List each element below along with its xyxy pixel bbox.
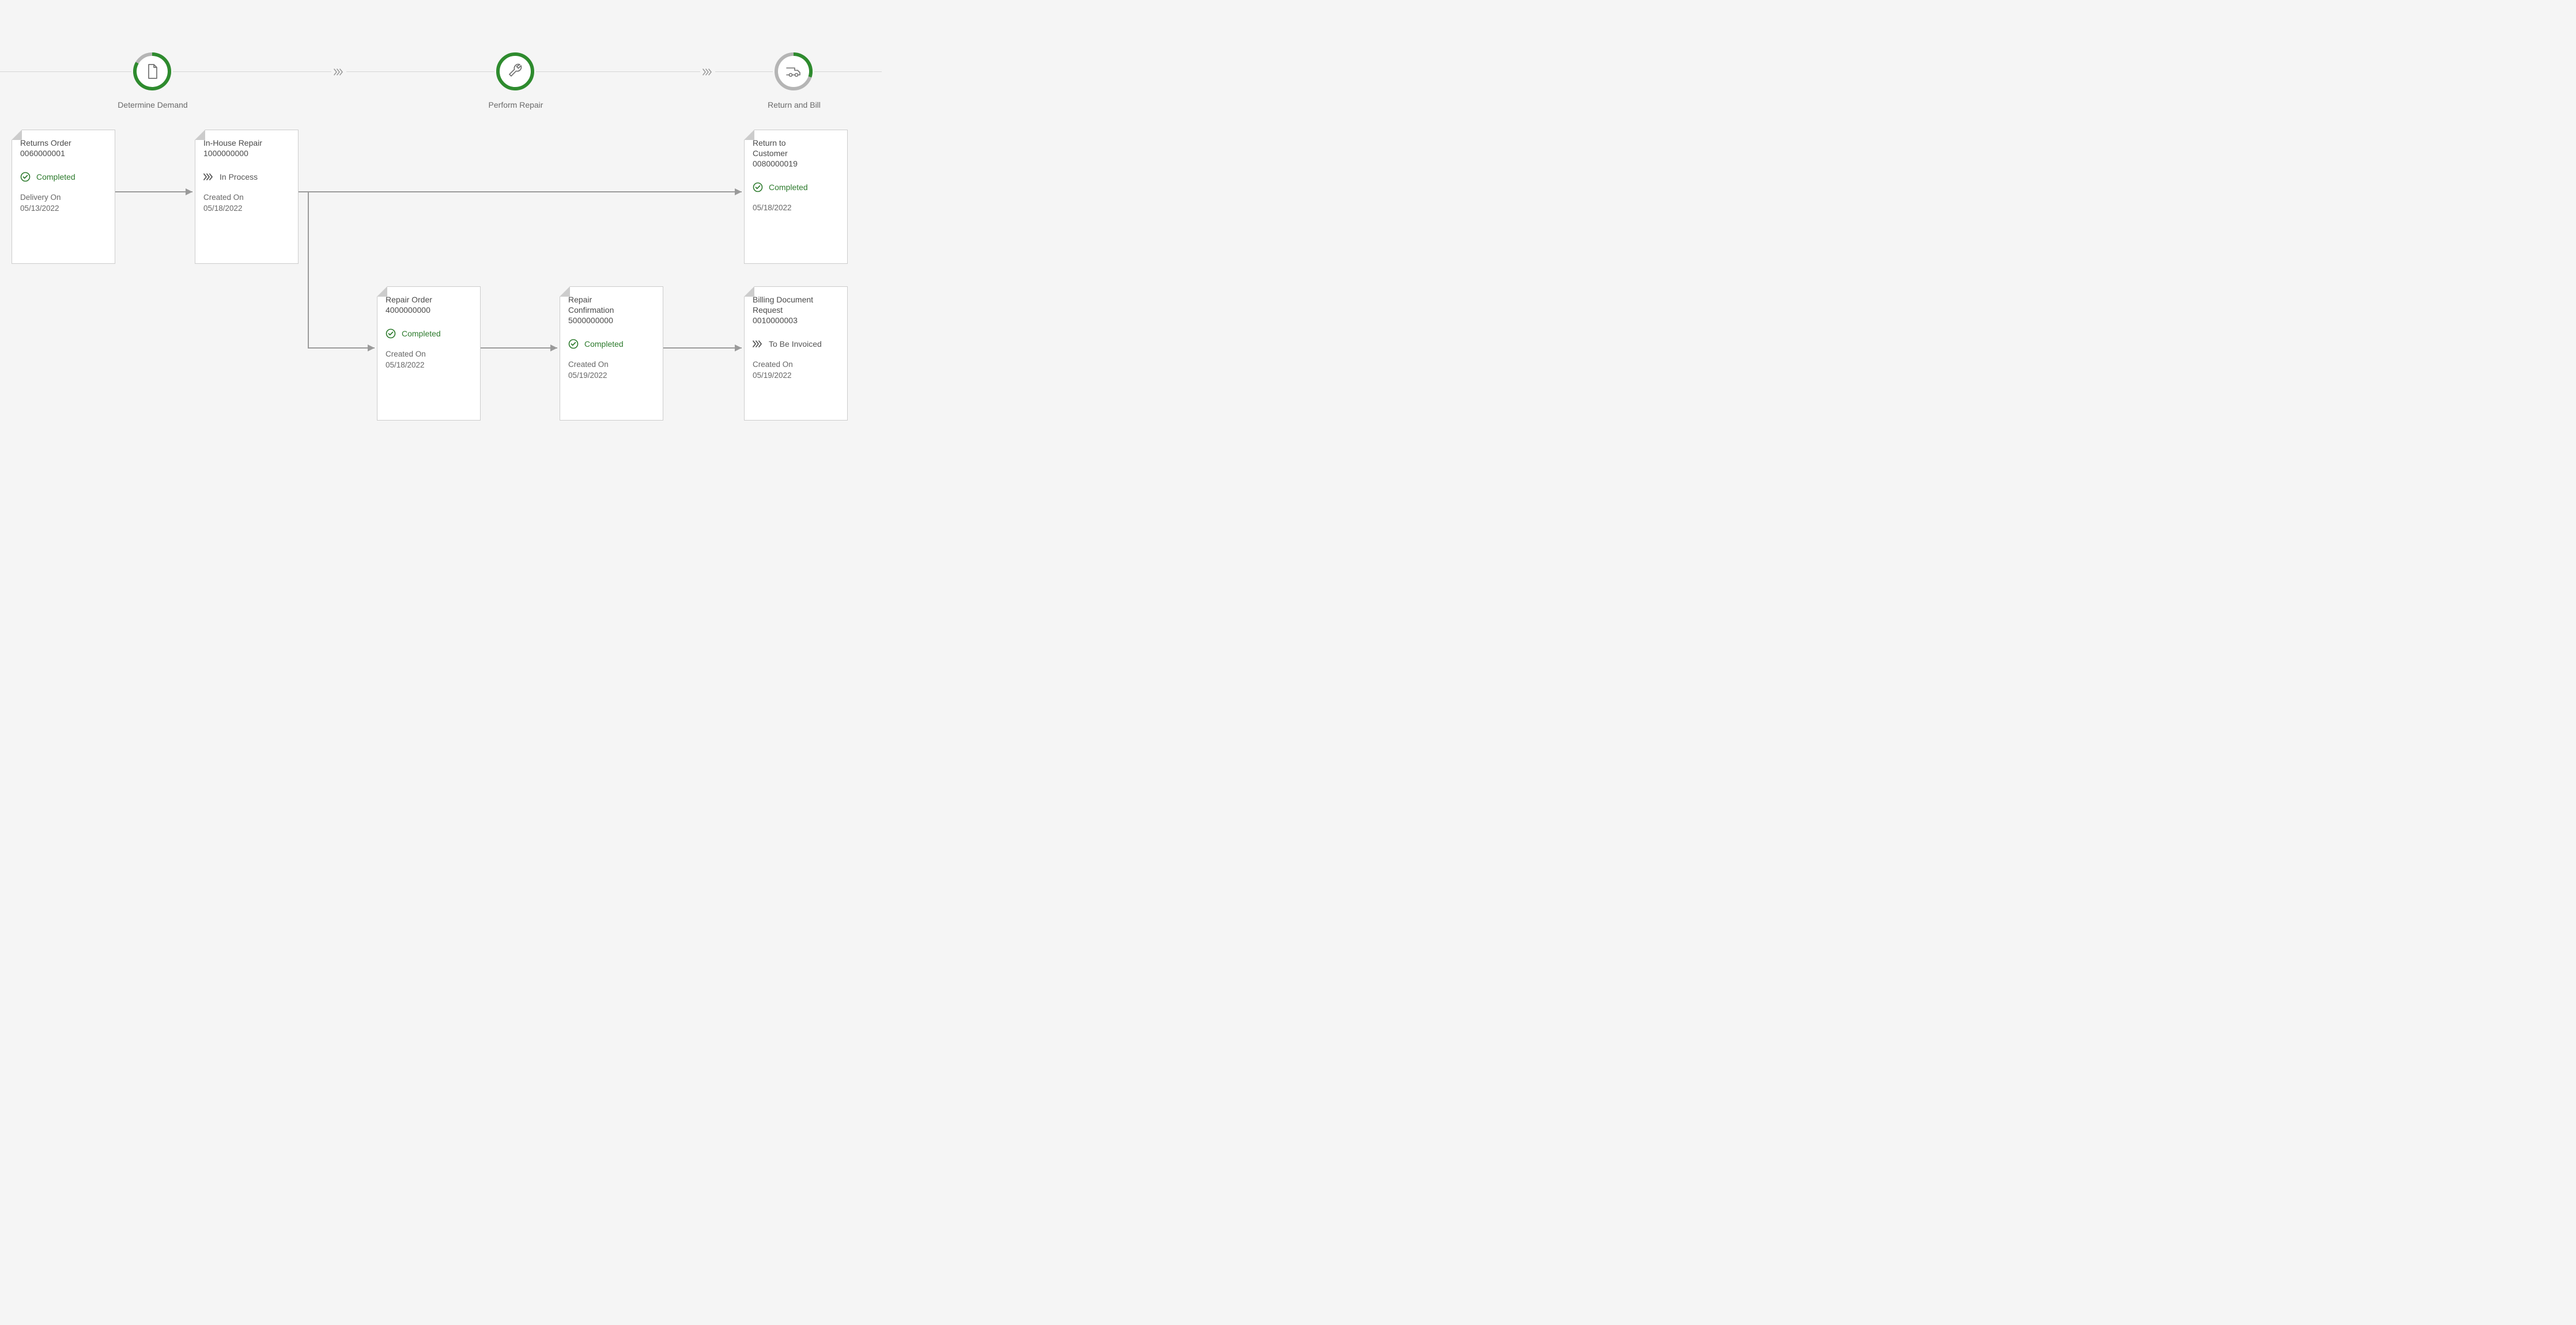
card-document-id: 0010000003 (753, 316, 839, 325)
card-document-id: 0060000001 (20, 149, 107, 158)
card-date-label: Created On (753, 359, 839, 370)
card-status: In Process (203, 172, 290, 182)
card-document-id: 4000000000 (386, 305, 472, 315)
card-document-id: 1000000000 (203, 149, 290, 158)
card-title: Return to (753, 138, 839, 147)
card-title-2: Request (753, 305, 839, 315)
document-icon (131, 51, 173, 92)
phase-node-determine-demand[interactable] (131, 51, 173, 92)
card-date-value: 05/18/2022 (386, 360, 472, 371)
phase-node-return-bill[interactable] (773, 51, 814, 92)
card-title: Returns Order (20, 138, 107, 147)
phase-chevron-icon (331, 68, 346, 76)
card-status: Completed (20, 172, 107, 182)
phase-label-determine-demand: Determine Demand (95, 100, 210, 109)
chevrons-right-icon (203, 172, 214, 182)
status-text: Completed (579, 339, 624, 349)
card-date-value: 05/13/2022 (20, 203, 107, 214)
status-text: Completed (31, 172, 75, 181)
card-status: Completed (568, 339, 655, 349)
card-date-value: 05/18/2022 (203, 203, 290, 214)
status-text: Completed (396, 329, 441, 338)
card-title: Repair Order (386, 295, 472, 304)
check-circle-icon (20, 172, 31, 182)
card-in-house-repair[interactable]: In-House Repair 1000000000 In Process Cr… (195, 130, 299, 264)
status-text: Completed (763, 183, 808, 192)
card-title: Billing Document (753, 295, 839, 304)
card-title: In-House Repair (203, 138, 290, 147)
card-title-2: Confirmation (568, 305, 655, 315)
wrench-icon (494, 51, 536, 92)
process-flow-canvas: Determine Demand Perform Repair Return a… (0, 0, 882, 454)
card-date-label: Delivery On (20, 192, 107, 203)
card-repair-confirmation[interactable]: Repair Confirmation 5000000000 Completed… (560, 286, 663, 421)
check-circle-icon (753, 182, 763, 192)
check-circle-icon (386, 328, 396, 339)
chevrons-right-icon (753, 339, 763, 349)
card-return-to-customer[interactable]: Return to Customer 0080000019 Completed … (744, 130, 848, 264)
card-status: To Be Invoiced (753, 339, 839, 349)
check-circle-icon (568, 339, 579, 349)
card-date-label: Created On (203, 192, 290, 203)
card-document-id: 5000000000 (568, 316, 655, 325)
card-date-value: 05/18/2022 (753, 203, 839, 214)
phase-label-perform-repair: Perform Repair (458, 100, 573, 109)
phase-label-return-bill: Return and Bill (736, 100, 852, 109)
card-date-label: Created On (386, 349, 472, 360)
status-text: In Process (214, 172, 258, 181)
card-date-value: 05/19/2022 (568, 370, 655, 381)
card-returns-order[interactable]: Returns Order 0060000001 Completed Deliv… (12, 130, 115, 264)
card-document-id: 0080000019 (753, 159, 839, 168)
card-date-value: 05/19/2022 (753, 370, 839, 381)
card-title-2: Customer (753, 149, 839, 158)
card-billing-document-request[interactable]: Billing Document Request 0010000003 To B… (744, 286, 848, 421)
phase-chevron-icon (700, 68, 715, 76)
phase-node-perform-repair[interactable] (494, 51, 536, 92)
truck-icon (773, 51, 814, 92)
card-status: Completed (386, 328, 472, 339)
card-title: Repair (568, 295, 655, 304)
card-repair-order[interactable]: Repair Order 4000000000 Completed Create… (377, 286, 481, 421)
card-date-label: Created On (568, 359, 655, 370)
status-text: To Be Invoiced (763, 339, 822, 349)
card-status: Completed (753, 182, 839, 192)
